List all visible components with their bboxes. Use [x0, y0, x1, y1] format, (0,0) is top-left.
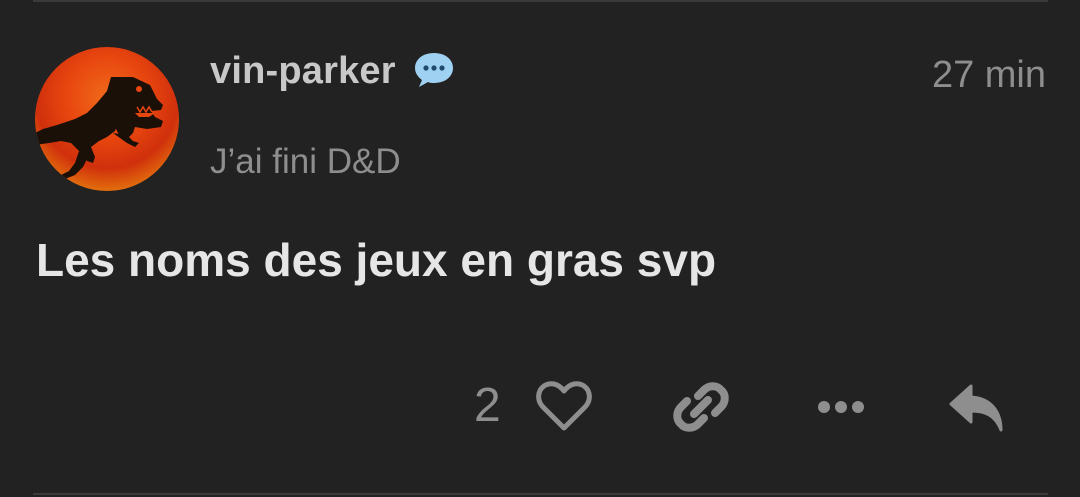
post: vin-parker 27 min J’ai fini D&D Les noms… — [0, 0, 1080, 497]
user-title: J’ai fini D&D — [210, 142, 401, 181]
more-icon — [818, 401, 864, 413]
username[interactable]: vin-parker — [210, 48, 396, 94]
t-rex-logo-icon — [35, 77, 163, 179]
chat-bubble-icon — [413, 50, 455, 90]
like-button[interactable] — [533, 378, 595, 436]
like-count[interactable]: 2 — [474, 378, 501, 434]
top-divider — [33, 0, 1048, 2]
heart-icon — [536, 381, 592, 431]
bottom-divider — [33, 493, 1048, 495]
post-body: Les noms des jeux en gras svp — [36, 234, 717, 286]
reply-button[interactable] — [945, 380, 1011, 436]
avatar[interactable] — [35, 47, 179, 191]
link-icon — [673, 382, 729, 432]
post-timestamp[interactable]: 27 min — [932, 52, 1046, 98]
reply-icon — [949, 384, 1003, 432]
copy-link-button[interactable] — [670, 377, 732, 437]
more-options-button[interactable] — [810, 390, 872, 424]
